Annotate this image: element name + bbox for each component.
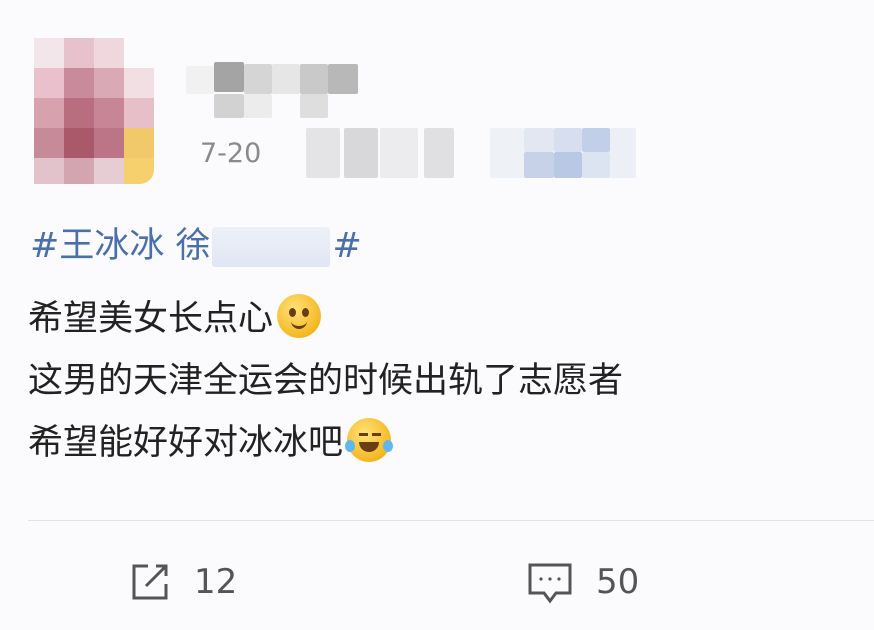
weibo-post: 7-20 #王冰冰 徐 # 希望美女长点心 这男的天津全运会的时候出轨了志愿者 希… <box>0 0 874 630</box>
laughing-tears-icon <box>345 418 394 462</box>
post-line: 希望美女长点心 <box>28 288 623 350</box>
comment-icon <box>526 559 574 605</box>
post-line-text: 希望美女长点心 <box>28 299 274 339</box>
post-timestamp: 7-20 <box>200 138 262 169</box>
divider <box>28 520 874 521</box>
repost-button[interactable]: 12 <box>128 556 237 608</box>
repost-count: 12 <box>194 562 238 602</box>
post-body: 希望美女长点心 这男的天津全运会的时候出轨了志愿者 希望能好好对冰冰吧 <box>28 288 623 474</box>
topic-text-end: # <box>332 226 362 266</box>
topic-text-start: #王冰冰 徐 <box>30 226 211 266</box>
comment-count: 50 <box>596 562 640 602</box>
post-line-text: 希望能好好对冰冰吧 <box>28 423 344 463</box>
post-line: 希望能好好对冰冰吧 <box>28 412 623 474</box>
comment-button[interactable]: 50 <box>526 556 639 608</box>
avatar[interactable] <box>34 38 154 184</box>
post-line: 这男的天津全运会的时候出轨了志愿者 <box>28 350 623 412</box>
topic-hashtag[interactable]: #王冰冰 徐 # <box>30 220 362 272</box>
drooling-face-icon <box>277 294 322 338</box>
post-line-text: 这男的天津全运会的时候出轨了志愿者 <box>28 361 624 401</box>
topic-redacted <box>212 227 331 267</box>
repost-icon <box>128 560 172 604</box>
